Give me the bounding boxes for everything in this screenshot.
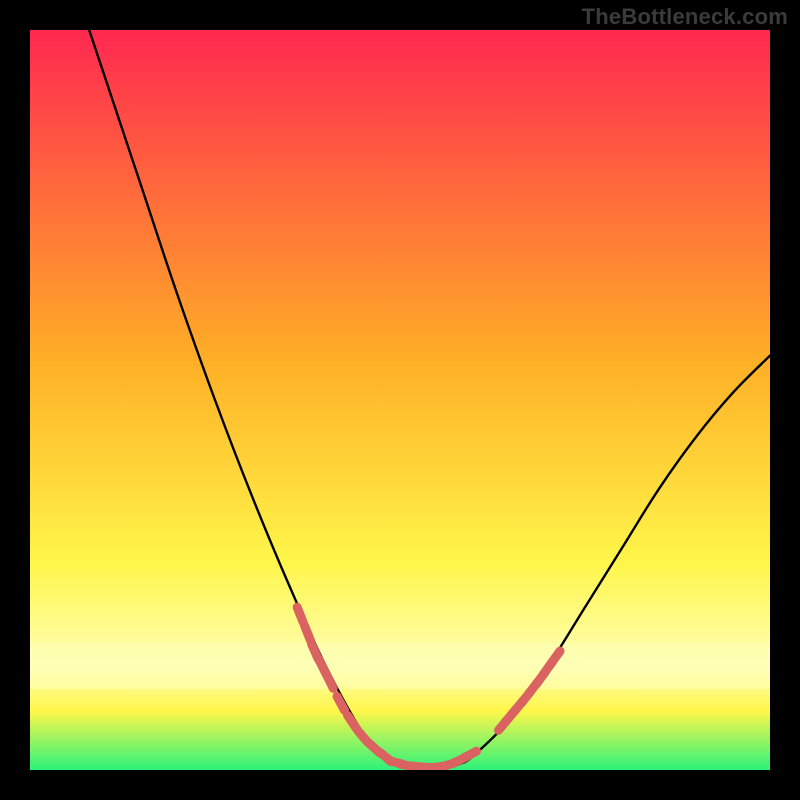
plot-area bbox=[30, 30, 770, 770]
chart-frame: TheBottleneck.com bbox=[0, 0, 800, 800]
curve-marker bbox=[305, 626, 311, 641]
pale-band bbox=[30, 643, 770, 689]
curve-marker bbox=[326, 674, 333, 688]
curve-marker bbox=[464, 751, 476, 758]
chart-svg bbox=[30, 30, 770, 770]
watermark-text: TheBottleneck.com bbox=[582, 4, 788, 30]
curve-marker bbox=[297, 607, 303, 622]
